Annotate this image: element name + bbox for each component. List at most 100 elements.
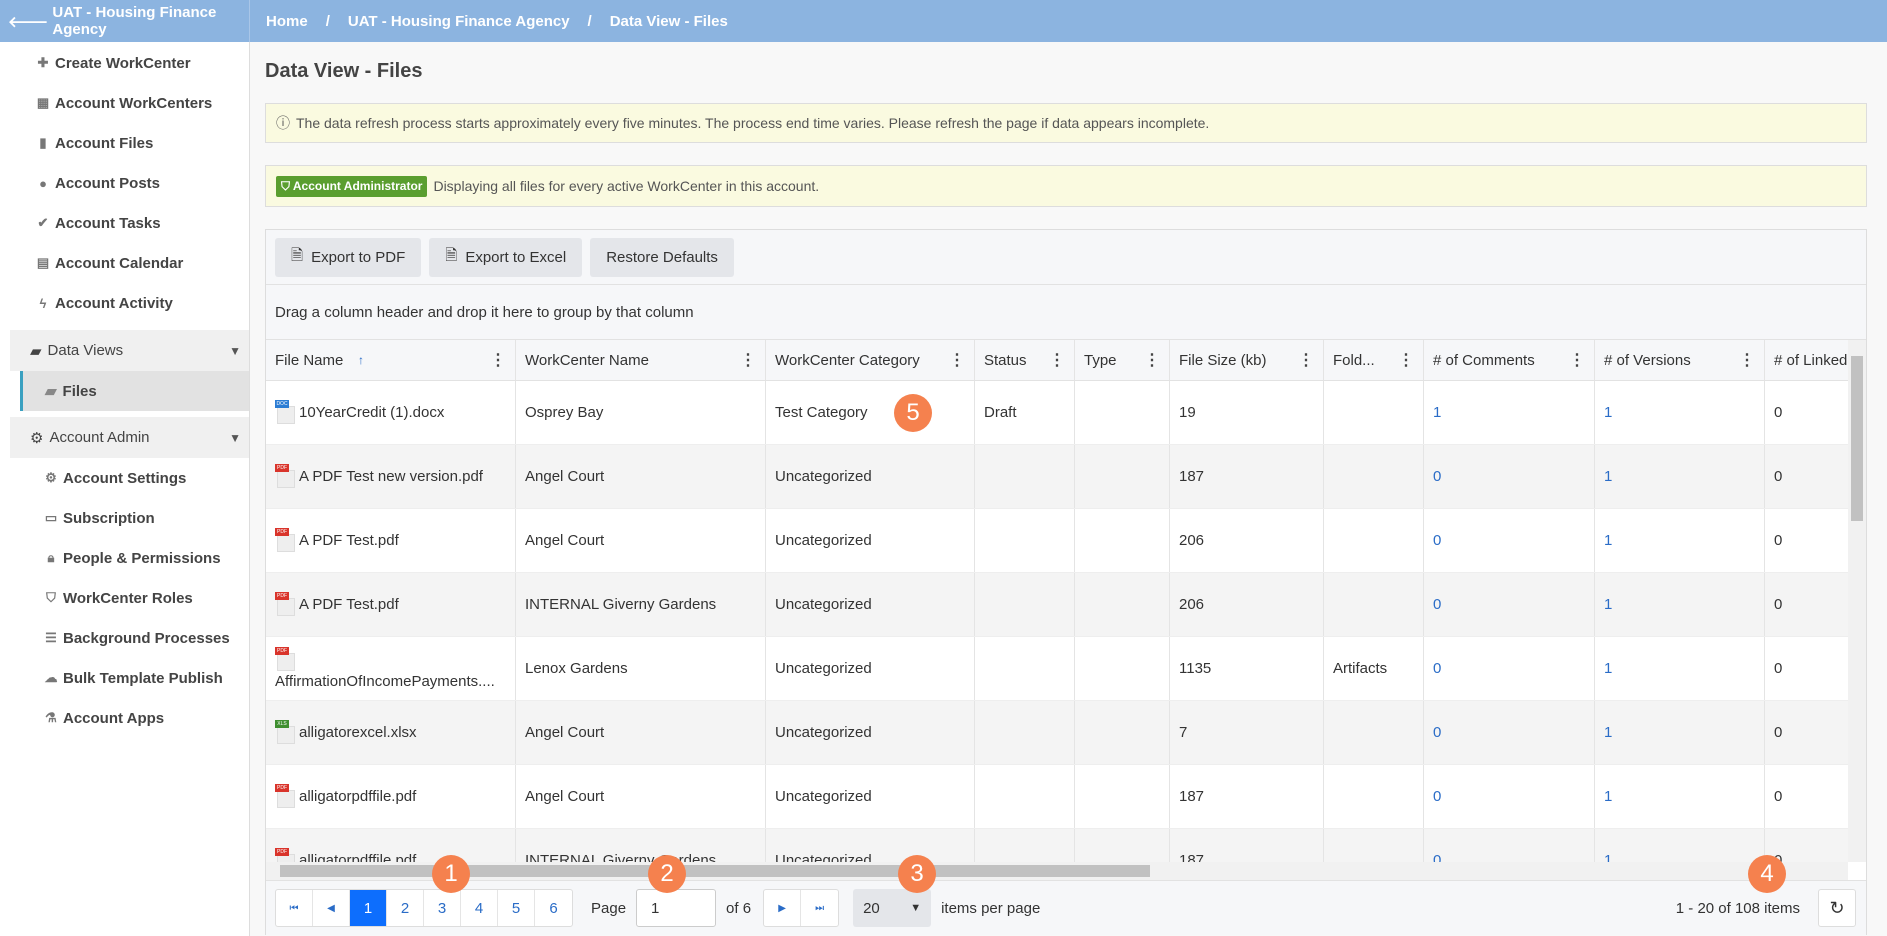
- column-menu-icon[interactable]: ⋮: [740, 350, 756, 370]
- sidebar-group-data-views[interactable]: ▰ Data Views ▼: [10, 330, 249, 371]
- prev-page-button[interactable]: ◀: [313, 890, 350, 926]
- table-row[interactable]: PDF A PDF Test.pdf INTERNAL Giverny Garden…: [266, 573, 1848, 637]
- horizontal-scrollbar-thumb[interactable]: [280, 865, 1150, 877]
- vertical-scrollbar-thumb[interactable]: [1851, 356, 1863, 521]
- sidebar-item-bulk-template-publish[interactable]: ☁ Bulk Template Publish: [0, 658, 249, 698]
- cell-name[interactable]: PDF alligatorpdffile.pdf: [266, 829, 516, 863]
- column-header[interactable]: # of Comments ⋮: [1424, 340, 1595, 380]
- column-header-label: File Size (kb): [1179, 351, 1267, 369]
- cell-name[interactable]: PDF alligatorpdffile.pdf: [266, 765, 516, 828]
- sidebar-item-people-permissions[interactable]: 🔒︎ People & Permissions: [0, 538, 249, 578]
- column-header[interactable]: Type ⋮: [1075, 340, 1170, 380]
- cell-status: [975, 637, 1075, 700]
- back-to-account-link[interactable]: 🡐 UAT - Housing Finance Agency: [0, 0, 250, 42]
- column-header[interactable]: # of Versions ⋮: [1595, 340, 1765, 380]
- page-4-button[interactable]: 4: [461, 890, 498, 926]
- cell-text: Uncategorized: [775, 788, 872, 805]
- export-excel-button[interactable]: 🗎 Export to Excel: [429, 237, 583, 277]
- breadcrumb-separator: /: [325, 12, 330, 30]
- page-size-select[interactable]: 20 ▼: [853, 889, 932, 927]
- restore-defaults-button[interactable]: Restore Defaults: [590, 237, 734, 277]
- table-row[interactable]: PDF A PDF Test.pdf Angel Court Uncategorize…: [266, 509, 1848, 573]
- column-menu-icon[interactable]: ⋮: [1049, 350, 1065, 370]
- table-row[interactable]: PDF A PDF Test new version.pdf Angel Court…: [266, 445, 1848, 509]
- page-1-button[interactable]: 1: [350, 890, 387, 926]
- annotation-marker-4: 4: [1748, 855, 1786, 893]
- refresh-button[interactable]: ↻: [1818, 889, 1856, 927]
- sidebar-item-subscription[interactable]: ▭ Subscription: [0, 498, 249, 538]
- page-input[interactable]: 1: [636, 889, 717, 927]
- breadcrumb-account[interactable]: UAT - Housing Finance Agency: [348, 13, 570, 30]
- sidebar-item-label: Account Settings: [63, 469, 187, 487]
- cell-size: 187: [1170, 829, 1324, 863]
- page-6-button[interactable]: 6: [535, 890, 572, 926]
- column-menu-icon[interactable]: ⋮: [490, 350, 506, 370]
- column-header[interactable]: Status ⋮: [975, 340, 1075, 380]
- sidebar-item-account-apps[interactable]: ⚗ Account Apps: [0, 698, 249, 738]
- items-summary: 1 - 20 of 108 items: [1675, 899, 1800, 917]
- column-header[interactable]: WorkCenter Name ⋮: [516, 340, 766, 380]
- sidebar-item-create-workcenter[interactable]: ✚ Create WorkCenter: [0, 43, 249, 83]
- pdf-file-icon: PDF: [275, 591, 297, 618]
- sidebar-item-background-processes[interactable]: ☰ Background Processes: [0, 618, 249, 658]
- cell-size: 1135: [1170, 637, 1324, 700]
- column-header[interactable]: File Size (kb) ⋮: [1170, 340, 1324, 380]
- cell-size: 19: [1170, 381, 1324, 444]
- cell-name[interactable]: XLS alligatorexcel.xlsx: [266, 701, 516, 764]
- column-header[interactable]: File Name ↑ ⋮: [266, 340, 516, 380]
- page-2-button[interactable]: 2: [387, 890, 424, 926]
- cell-name[interactable]: PDF A PDF Test new version.pdf: [266, 445, 516, 508]
- cell-name[interactable]: PDF A PDF Test.pdf: [266, 509, 516, 572]
- sidebar-item-account-calendar[interactable]: ▤ Account Calendar: [0, 243, 249, 283]
- sidebar-item-account-activity[interactable]: ϟ Account Activity: [0, 283, 249, 323]
- next-page-button[interactable]: ▶: [764, 890, 802, 926]
- table-row[interactable]: PDF alligatorpdffile.pdf INTERNAL Giverny …: [266, 829, 1848, 863]
- prev-page-icon: ◀: [327, 902, 335, 914]
- vertical-scrollbar[interactable]: [1848, 340, 1866, 862]
- page-3-button[interactable]: 3: [424, 890, 461, 926]
- cell-status: [975, 509, 1075, 572]
- column-header[interactable]: WorkCenter Category ⋮: [766, 340, 975, 380]
- column-header[interactable]: # of Linked: [1765, 340, 1849, 380]
- column-menu-icon[interactable]: ⋮: [1398, 350, 1414, 370]
- cell-cat: Uncategorized: [766, 573, 975, 636]
- column-header-label: Type: [1084, 351, 1117, 369]
- cell-folder: [1324, 445, 1424, 508]
- grid-toolbar: 🗎 Export to PDF 🗎 Export to Excel Restore …: [266, 230, 1866, 285]
- table-row[interactable]: XLS alligatorexcel.xlsx Angel Court Uncateg…: [266, 701, 1848, 765]
- sidebar-item-account-files[interactable]: ▮ Account Files: [0, 123, 249, 163]
- sidebar-group-account-admin[interactable]: ⚙ Account Admin ▼: [10, 417, 249, 458]
- first-page-button[interactable]: ⏮: [276, 890, 313, 926]
- sidebar-item-account-posts[interactable]: ● Account Posts: [0, 163, 249, 203]
- column-menu-icon[interactable]: ⋮: [949, 350, 965, 370]
- sidebar-item-account-workcenters[interactable]: ▦ Account WorkCenters: [0, 83, 249, 123]
- role-badge: ⛉ Account Administrator: [276, 175, 428, 197]
- table-row[interactable]: DOC 10YearCredit (1).docx Osprey Bay Test C…: [266, 381, 1848, 445]
- page-5-button[interactable]: 5: [498, 890, 535, 926]
- flask-icon: ⚗: [45, 710, 57, 725]
- cell-wc: Osprey Bay: [516, 381, 766, 444]
- horizontal-scrollbar[interactable]: [266, 862, 1848, 880]
- column-menu-icon[interactable]: ⋮: [1739, 350, 1755, 370]
- group-drop-panel[interactable]: Drag a column header and drop it here to…: [266, 285, 1866, 340]
- column-menu-icon[interactable]: ⋮: [1298, 350, 1314, 370]
- sidebar-item-files[interactable]: ▰ Files: [20, 371, 249, 411]
- sidebar-item-workcenter-roles[interactable]: ⛉ WorkCenter Roles: [0, 578, 249, 618]
- column-header[interactable]: Fold... ⋮: [1324, 340, 1424, 380]
- cell-name[interactable]: DOC 10YearCredit (1).docx: [266, 381, 516, 444]
- breadcrumb-home[interactable]: Home: [266, 13, 308, 30]
- cell-text: A PDF Test.pdf: [299, 596, 399, 613]
- cell-name[interactable]: PDF AffirmationOfIncomePayments....: [266, 637, 516, 700]
- column-menu-icon[interactable]: ⋮: [1144, 350, 1160, 370]
- caret-down-icon: ▼: [910, 902, 922, 914]
- sidebar-item-account-tasks[interactable]: ✔ Account Tasks: [0, 203, 249, 243]
- table-row[interactable]: PDF alligatorpdffile.pdf Angel Court Uncate…: [266, 765, 1848, 829]
- table-row[interactable]: PDF AffirmationOfIncomePayments.... Lenox …: [266, 637, 1848, 701]
- last-page-button[interactable]: ⏭: [801, 890, 838, 926]
- sidebar-item-account-settings[interactable]: ⚙ Account Settings: [0, 458, 249, 498]
- column-menu-icon[interactable]: ⋮: [1569, 350, 1585, 370]
- export-pdf-button[interactable]: 🗎 Export to PDF: [275, 237, 422, 277]
- cell-name[interactable]: PDF A PDF Test.pdf: [266, 573, 516, 636]
- cell-folder: [1324, 765, 1424, 828]
- sidebar-group-label: Account Admin: [49, 429, 150, 446]
